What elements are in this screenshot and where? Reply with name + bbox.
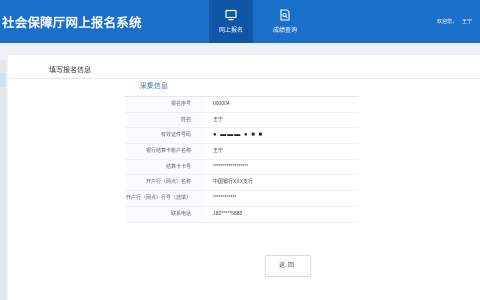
- field-label: 结算卡卡号: [125, 159, 205, 175]
- monitor-icon: [225, 9, 237, 21]
- table-row: 姓名 王宁: [125, 112, 359, 129]
- top-header: 社会保障厅网上报名系统 网上报名 成绩查询 欢迎您， 王宁: [0, 0, 480, 43]
- user-name[interactable]: 王宁: [462, 18, 472, 25]
- field-value: ******************: [213, 163, 249, 170]
- table-row: 开户行（网点）名称 中国银行XXX支行: [125, 175, 359, 192]
- user-greeting: 欢迎您，: [436, 19, 457, 25]
- field-label: 有效证件号码: [125, 128, 205, 144]
- field-label: 银行结算卡账户名称: [125, 144, 205, 159]
- table-row: 开户行（网点）行号（选填） ************: [125, 191, 359, 207]
- tab-online-registration[interactable]: 网上报名: [209, 0, 253, 43]
- subsection-title: 采集信息: [140, 83, 168, 90]
- back-button[interactable]: 返回: [265, 255, 311, 277]
- field-label: 开户行（网点）名称: [125, 175, 205, 191]
- left-sidebar: [0, 60, 6, 300]
- section-divider: [8, 78, 480, 79]
- field-value: 182*****5888: [213, 210, 243, 217]
- table-row: 结算卡卡号 ******************: [125, 159, 359, 176]
- tab-score-query-label: 成绩查询: [272, 28, 297, 34]
- table-row: 有效证件号码 ● ▬▬▬ ● ■ ■: [125, 128, 359, 145]
- document-search-icon: [280, 9, 290, 21]
- field-label: 姓名: [125, 112, 205, 128]
- field-value-redacted: ● ▬▬▬ ● ■ ■: [213, 132, 264, 139]
- tab-score-query[interactable]: 成绩查询: [263, 0, 307, 43]
- field-value: ************: [213, 195, 237, 202]
- section-title: 填写报名信息: [49, 67, 91, 74]
- field-value: 王宁: [213, 148, 224, 155]
- field-label: 联系电话: [125, 206, 205, 222]
- field-value: 中国银行XXX支行: [213, 179, 254, 186]
- tab-online-registration-label: 网上报名: [218, 28, 243, 34]
- field-value: 000004: [213, 101, 230, 107]
- field-value: 王宁: [213, 116, 224, 123]
- table-row: 联系电话 182*****5888: [125, 206, 359, 223]
- user-info: 欢迎您， 王宁: [437, 18, 472, 25]
- sidebar-active-item[interactable]: [0, 73, 6, 87]
- table-row: 报名序号 000004: [125, 97, 359, 113]
- field-label: 报名序号: [125, 97, 205, 112]
- app-title: 社会保障厅网上报名系统: [2, 16, 142, 30]
- table-row: 银行结算卡账户名称 王宁: [125, 144, 359, 160]
- info-table: 报名序号 000004 姓名 王宁 有效证件号码 ● ▬▬▬ ● ■ ■ 银行结…: [125, 96, 359, 223]
- field-label: 开户行（网点）行号（选填）: [125, 191, 205, 206]
